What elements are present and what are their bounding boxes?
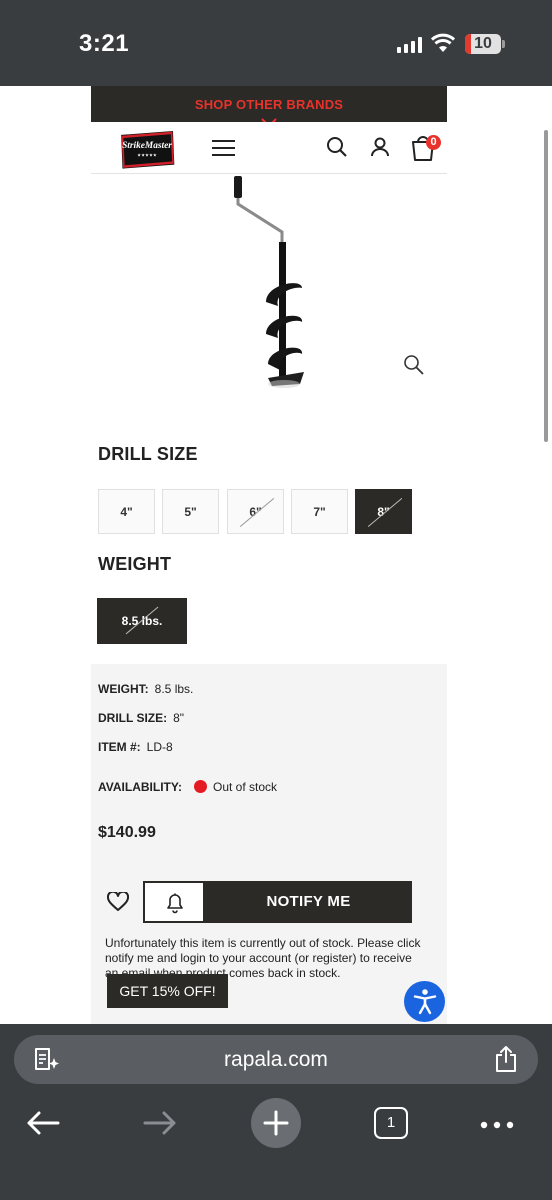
drill-size-option-4[interactable]: 4"	[98, 489, 155, 534]
drill-size-detail: DRILL SIZE: 8"	[98, 711, 184, 725]
svg-text:★★★★★: ★★★★★	[137, 153, 157, 159]
item-number-detail: ITEM #: LD-8	[98, 740, 173, 754]
battery-icon: 10	[465, 34, 501, 54]
cellular-signal-icon	[397, 37, 423, 53]
browser-toolbar: rapala.com 1	[0, 1024, 552, 1200]
forward-arrow-icon[interactable]	[143, 1110, 177, 1136]
wishlist-heart-icon[interactable]	[107, 892, 129, 912]
cart-count-badge: 0	[426, 135, 441, 150]
notify-bell-button[interactable]	[143, 881, 205, 923]
product-info-panel: WEIGHT: 8.5 lbs. DRILL SIZE: 8" ITEM #: LD-…	[91, 664, 447, 1024]
notify-me-button[interactable]: NOTIFY ME	[205, 881, 412, 923]
drill-size-option-8[interactable]: 8"	[355, 489, 412, 534]
weight-option[interactable]: 8.5 lbs.	[97, 598, 187, 644]
drill-size-option-5[interactable]: 5"	[162, 489, 219, 534]
accessibility-button[interactable]	[404, 981, 445, 1022]
strikemaster-logo[interactable]: StrikeMaster ★★★★★	[105, 127, 189, 171]
zoom-icon[interactable]	[403, 354, 425, 376]
accessibility-icon	[413, 989, 437, 1015]
drill-size-detail-label: DRILL SIZE:	[98, 711, 168, 725]
back-arrow-icon[interactable]	[26, 1110, 60, 1136]
account-icon[interactable]	[370, 136, 390, 158]
site-header: StrikeMaster ★★★★★ 0	[91, 122, 447, 174]
drill-size-title: DRILL SIZE	[98, 444, 198, 464]
drill-size-label: 4"	[120, 504, 133, 519]
weight-detail-value: 8.5 lbs.	[154, 682, 194, 696]
drill-size-detail-value: 8"	[173, 711, 185, 725]
drill-size-label: 7"	[313, 504, 326, 519]
availability-detail: AVAILABILITY: Out of stock	[98, 780, 277, 794]
drill-size-option-6[interactable]: 6"	[227, 489, 284, 534]
availability-label: AVAILABILITY:	[98, 780, 182, 794]
logo-text: StrikeMaster	[122, 141, 172, 151]
weight-detail: WEIGHT: 8.5 lbs.	[98, 682, 193, 696]
drill-size-option-7[interactable]: 7"	[291, 489, 348, 534]
weight-title: WEIGHT	[98, 554, 172, 574]
status-bar: 3:21 10	[0, 0, 552, 86]
get-discount-button[interactable]: GET 15% OFF!	[107, 974, 228, 1008]
battery-level: 10	[474, 35, 492, 52]
availability-value: Out of stock	[213, 780, 278, 794]
page-scrollbar[interactable]	[544, 130, 548, 442]
hamburger-menu-icon[interactable]	[212, 138, 236, 158]
tabs-button[interactable]: 1	[374, 1107, 408, 1139]
item-number-label: ITEM #:	[98, 740, 141, 754]
unavailable-strike	[239, 497, 275, 528]
product-price: $140.99	[98, 824, 156, 841]
ice-auger-product-image	[234, 176, 304, 388]
drill-size-label: 5"	[184, 504, 197, 519]
address-bar[interactable]: rapala.com	[14, 1035, 538, 1084]
share-icon[interactable]	[494, 1045, 518, 1073]
plus-icon	[263, 1110, 289, 1136]
wifi-icon	[431, 33, 455, 52]
out-of-stock-dot-icon	[194, 780, 207, 793]
status-time: 3:21	[79, 30, 130, 57]
unavailable-strike	[367, 497, 403, 528]
weight-detail-label: WEIGHT:	[98, 682, 149, 696]
url-text: rapala.com	[224, 1048, 328, 1071]
new-tab-button[interactable]	[251, 1098, 301, 1148]
search-icon[interactable]	[326, 136, 348, 158]
bell-icon	[167, 893, 183, 914]
more-options-icon[interactable]	[480, 1121, 514, 1129]
item-number-value: LD-8	[146, 740, 173, 754]
